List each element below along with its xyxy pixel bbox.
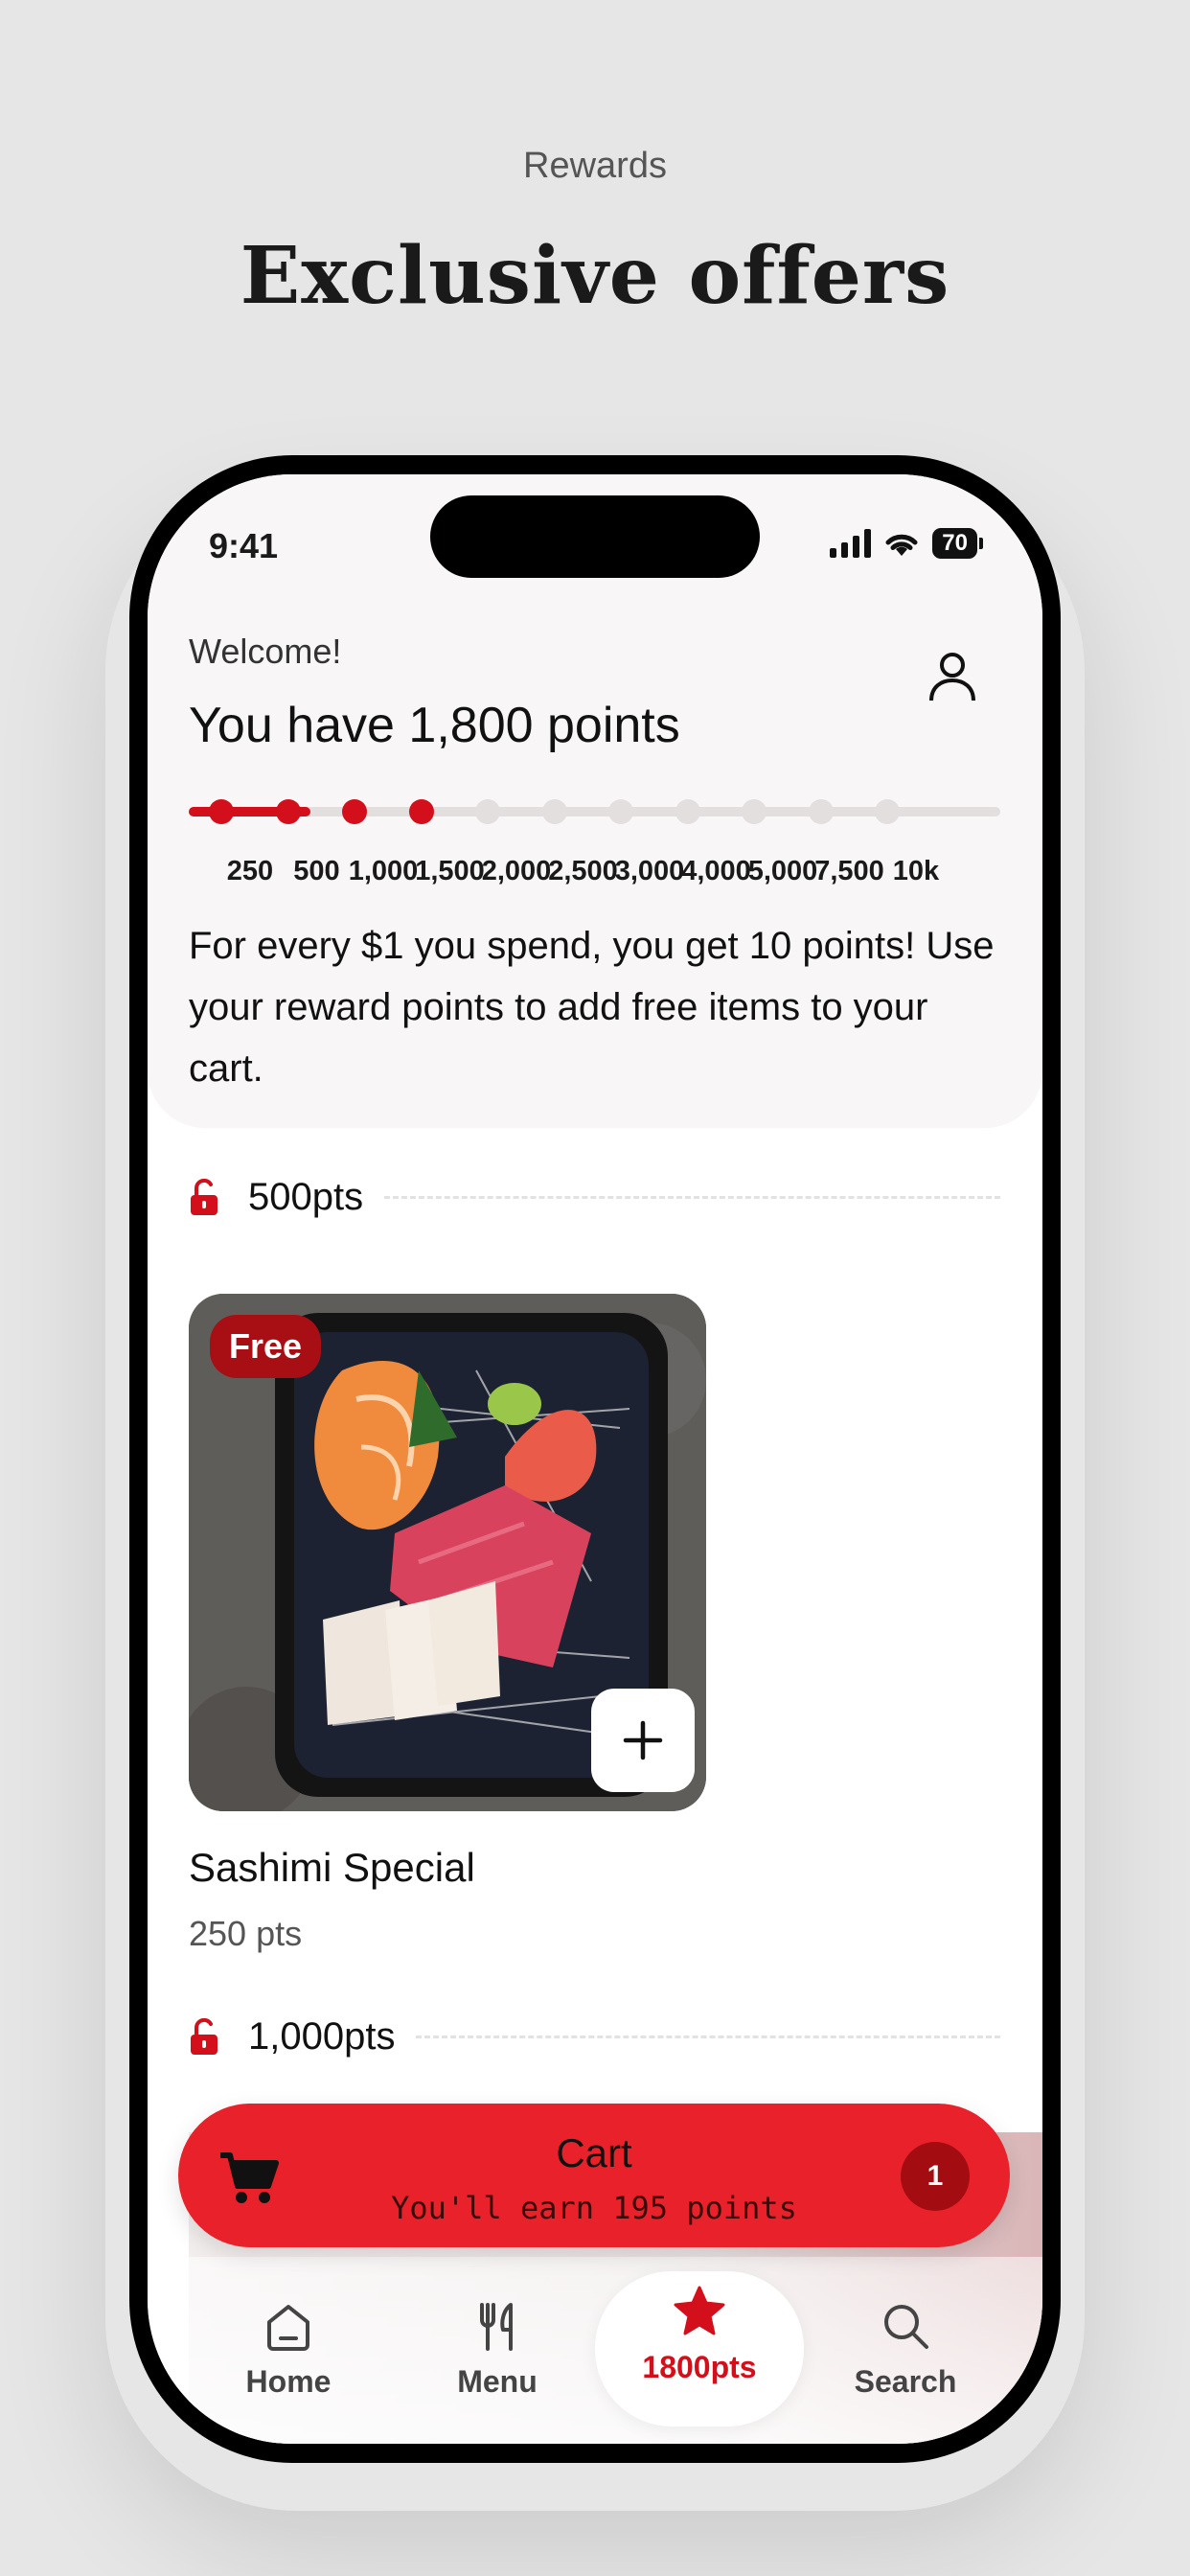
milestone-dot [475,799,500,824]
item-price: 250 pts [189,1914,303,1953]
tier-header-1000: 1,000pts [189,2015,1000,2058]
search-icon [884,2305,928,2349]
nav-label: Search [854,2364,957,2399]
milestone-dot [408,799,434,824]
cart-title: Cart [556,2130,632,2175]
nav-label: Menu [457,2364,538,2399]
milestone-dot [209,799,234,824]
tier-label: 1,000pts [248,2015,396,2058]
nav-label: 1800pts [642,2350,757,2384]
wifi-icon [885,534,918,556]
milestone-dot [742,799,767,824]
tier-divider [416,2036,1000,2038]
cellular-signal-icon [830,529,872,558]
nav-search[interactable]: Search [801,2286,1010,2439]
marketing-kicker: Rewards [523,146,667,186]
nav-label: Home [245,2364,332,2399]
points-balance: You have 1,800 points [189,698,680,753]
battery-icon: 70 [932,528,983,559]
welcome-text: Welcome! [189,632,342,671]
reward-item-card[interactable]: Free [189,1294,706,1811]
cart-points-earned: You'll earn 195 points [391,2190,797,2226]
star-icon [674,2286,725,2335]
fork-knife-icon [480,2303,513,2351]
profile-icon[interactable] [924,647,981,704]
nav-rewards[interactable]: 1800pts [595,2271,804,2426]
tier-header-500: 500pts [189,1176,1000,1219]
dynamic-island [430,495,760,578]
free-badge: Free [210,1315,322,1378]
tier-divider [384,1196,1000,1199]
milestone-dot [608,799,633,824]
milestone-dot [275,799,301,824]
reward-info-text: For every $1 you spend, you get 10 point… [189,925,995,1090]
plus-icon [623,1720,663,1760]
battery-level: 70 [932,528,977,559]
milestone-dot [541,799,567,824]
milestone-dot [342,799,367,824]
cart-bar[interactable]: Cart You'll earn 195 points 1 [178,2104,1010,2247]
status-icons: 70 [830,528,983,559]
cart-count-badge: 1 [901,2142,970,2211]
status-time: 9:41 [209,526,279,565]
milestone-dot [675,799,700,824]
nav-home[interactable]: Home [184,2286,393,2439]
home-icon [267,2305,309,2351]
milestone-dot [808,799,834,824]
tier-label: 500pts [248,1176,364,1218]
unlock-icon [191,1178,217,1215]
unlock-icon [191,2017,217,2055]
item-name[interactable]: Sashimi Special [189,1845,475,1891]
nav-menu[interactable]: Menu [393,2286,602,2439]
marketing-title: Exclusive offers [240,230,950,322]
phone-screen: 9:41 70 Welcome! You have 1,800 points 2… [148,474,1042,2444]
add-to-cart-button[interactable] [591,1689,695,1792]
milestone-dot [875,799,900,824]
milestone-label: 10k [892,856,940,886]
